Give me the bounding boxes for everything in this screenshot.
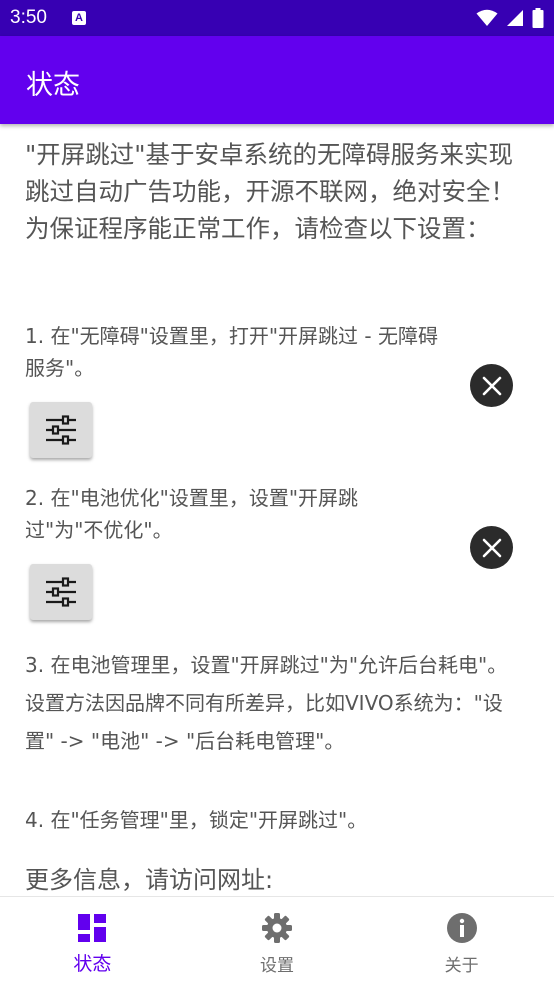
status-content[interactable]: "开屏跳过"基于安卓系统的无障碍服务来实现跳过自动广告功能，开源不联网，绝对安全…	[0, 124, 554, 896]
status-bar: 3:50 A	[0, 0, 554, 36]
intro-text: "开屏跳过"基于安卓系统的无障碍服务来实现跳过自动广告功能，开源不联网，绝对安全…	[25, 140, 515, 243]
nav-label-settings: 设置	[260, 956, 294, 976]
step-2-status-button[interactable]	[470, 526, 513, 569]
system-icons	[476, 8, 544, 28]
info-icon	[446, 913, 477, 943]
step-3-text: 3. 在电池管理里，设置"开屏跳过"为"允许后台耗电"。设置方法因品牌不同有所差…	[25, 653, 508, 753]
battery-icon	[532, 8, 544, 28]
nav-item-settings[interactable]: 设置	[185, 897, 370, 985]
step-4-text: 4. 在"任务管理"里，锁定"开屏跳过"。	[25, 808, 368, 832]
dashboard-icon	[78, 914, 107, 942]
step-1-status-button[interactable]	[470, 364, 513, 407]
nav-item-status[interactable]: 状态	[0, 897, 185, 985]
close-icon	[482, 538, 501, 557]
status-time: 3:50	[10, 7, 47, 28]
cellular-signal-icon	[507, 10, 523, 26]
tune-icon	[46, 415, 76, 445]
notification-a-icon: A	[72, 11, 86, 25]
gear-icon	[262, 913, 292, 943]
nav-label-status: 状态	[73, 953, 112, 975]
nav-item-about[interactable]: 关于	[369, 897, 554, 985]
step-1-settings-button[interactable]	[30, 402, 92, 458]
page-title: 状态	[26, 70, 80, 101]
step-2-text: 2. 在"电池优化"设置里，设置"开屏跳过"为"不优化"。	[25, 486, 359, 542]
nav-label-about: 关于	[444, 956, 479, 976]
app-bar: 状态	[0, 36, 554, 124]
step-2-settings-button[interactable]	[30, 564, 92, 620]
close-icon	[482, 376, 501, 395]
wifi-icon	[476, 9, 498, 26]
step-1-text: 1. 在"无障碍"设置里，打开"开屏跳过 - 无障碍服务"。	[25, 324, 438, 380]
more-info-text: 更多信息，请访问网址:	[25, 866, 274, 894]
bottom-navigation: 状态 设置 关于	[0, 896, 554, 985]
tune-icon	[46, 577, 76, 607]
